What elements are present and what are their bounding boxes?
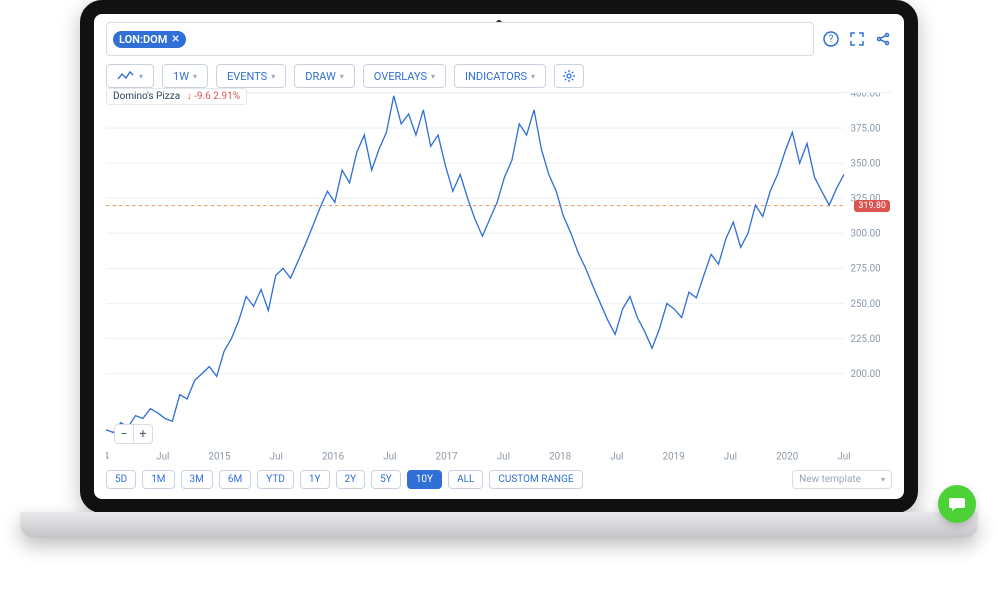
range-buttons: 5D 1M 3M 6M YTD 1Y 2Y 5Y 10Y ALL CUSTOM RANGE: [106, 470, 583, 489]
svg-text:Jul: Jul: [156, 451, 169, 462]
indicators-label: INDICATORS: [465, 70, 527, 83]
chevron-down-icon: ▾: [271, 72, 275, 81]
range-button-custom-range[interactable]: CUSTOM RANGE: [489, 470, 582, 489]
chevron-down-icon: ▾: [193, 72, 197, 81]
range-button-1m[interactable]: 1M: [142, 470, 174, 489]
svg-text:2019: 2019: [663, 451, 685, 462]
range-button-3m[interactable]: 3M: [181, 470, 213, 489]
range-button-6m[interactable]: 6M: [219, 470, 251, 489]
svg-text:2016: 2016: [322, 451, 344, 462]
svg-text:350.00: 350.00: [851, 158, 882, 169]
svg-text:Jul: Jul: [270, 451, 283, 462]
svg-text:Jul: Jul: [383, 451, 396, 462]
chevron-down-icon: ▾: [340, 72, 344, 81]
svg-text:300.00: 300.00: [851, 229, 882, 240]
gear-icon: [562, 69, 576, 83]
chevron-down-icon: ▾: [431, 72, 435, 81]
interval-button[interactable]: 1W ▾: [162, 64, 208, 88]
range-button-1y[interactable]: 1Y: [300, 470, 330, 489]
svg-text:2017: 2017: [436, 451, 458, 462]
help-icon[interactable]: ?: [822, 30, 840, 48]
chat-icon: [948, 495, 966, 513]
svg-text:275.00: 275.00: [851, 264, 882, 275]
chevron-down-icon: ▾: [881, 475, 885, 484]
svg-text:Jul: Jul: [724, 451, 737, 462]
range-button-10y[interactable]: 10Y: [407, 470, 442, 489]
current-price-badge: 319.80: [854, 200, 890, 212]
line-chart-icon: [117, 71, 135, 81]
x-axis: 4 Jul 2015 Jul 2016 Jul 2017 Jul 2018 Jul 2019 Jul 2…: [106, 451, 851, 462]
chart-style-button[interactable]: ▾: [106, 64, 154, 88]
range-button-5y[interactable]: 5Y: [371, 470, 401, 489]
template-placeholder: New template: [799, 474, 861, 485]
overlays-button[interactable]: OVERLAYS ▾: [363, 64, 446, 88]
series-price-label: Domino's Pizza ↓ -9.6 2.91%: [106, 88, 247, 105]
events-label: EVENTS: [227, 70, 267, 83]
ticker-chip[interactable]: LON:DOM ✕: [113, 31, 186, 48]
chart-area[interactable]: 200.00225.00250.00275.00300.00325.00350.…: [106, 92, 892, 464]
overlays-label: OVERLAYS: [374, 70, 427, 83]
svg-text:?: ?: [829, 34, 834, 45]
svg-text:Jul: Jul: [497, 451, 510, 462]
range-button-ytd[interactable]: YTD: [257, 470, 294, 489]
chevron-down-icon: ▾: [139, 72, 143, 81]
svg-text:Jul: Jul: [837, 451, 850, 462]
series-name: Domino's Pizza: [113, 91, 180, 102]
y-axis: 200.00225.00250.00275.00300.00325.00350.…: [851, 93, 882, 380]
svg-text:400.00: 400.00: [851, 93, 882, 99]
ticker-chip-label: LON:DOM: [119, 33, 167, 46]
range-button-2y[interactable]: 2Y: [336, 470, 366, 489]
svg-text:375.00: 375.00: [851, 123, 882, 134]
svg-text:Jul: Jul: [610, 451, 623, 462]
zoom-out-button[interactable]: −: [115, 425, 133, 443]
zoom-in-button[interactable]: +: [133, 425, 152, 443]
share-icon[interactable]: [874, 30, 892, 48]
svg-text:2018: 2018: [549, 451, 571, 462]
zoom-control: − +: [114, 424, 153, 444]
chart-grid: [106, 93, 844, 374]
svg-text:4: 4: [106, 451, 109, 462]
ticker-search-input[interactable]: LON:DOM ✕: [106, 22, 814, 56]
draw-button[interactable]: DRAW ▾: [294, 64, 355, 88]
indicators-button[interactable]: INDICATORS ▾: [454, 64, 546, 88]
range-button-5d[interactable]: 5D: [106, 470, 136, 489]
svg-text:2020: 2020: [776, 451, 798, 462]
price-series-line: [106, 96, 844, 433]
fullscreen-icon[interactable]: [848, 30, 866, 48]
svg-text:200.00: 200.00: [851, 369, 882, 380]
chevron-down-icon: ▾: [531, 72, 535, 81]
template-select[interactable]: New template ▾: [792, 470, 892, 489]
svg-text:225.00: 225.00: [851, 334, 882, 345]
draw-label: DRAW: [305, 70, 336, 83]
events-button[interactable]: EVENTS ▾: [216, 64, 286, 88]
chat-fab[interactable]: [938, 485, 976, 523]
laptop-base: [20, 512, 978, 538]
range-button-all[interactable]: ALL: [448, 470, 483, 489]
svg-text:250.00: 250.00: [851, 299, 882, 310]
interval-label: 1W: [173, 70, 189, 83]
settings-button[interactable]: [554, 64, 584, 88]
svg-text:2015: 2015: [208, 451, 230, 462]
close-icon[interactable]: ✕: [171, 34, 179, 45]
